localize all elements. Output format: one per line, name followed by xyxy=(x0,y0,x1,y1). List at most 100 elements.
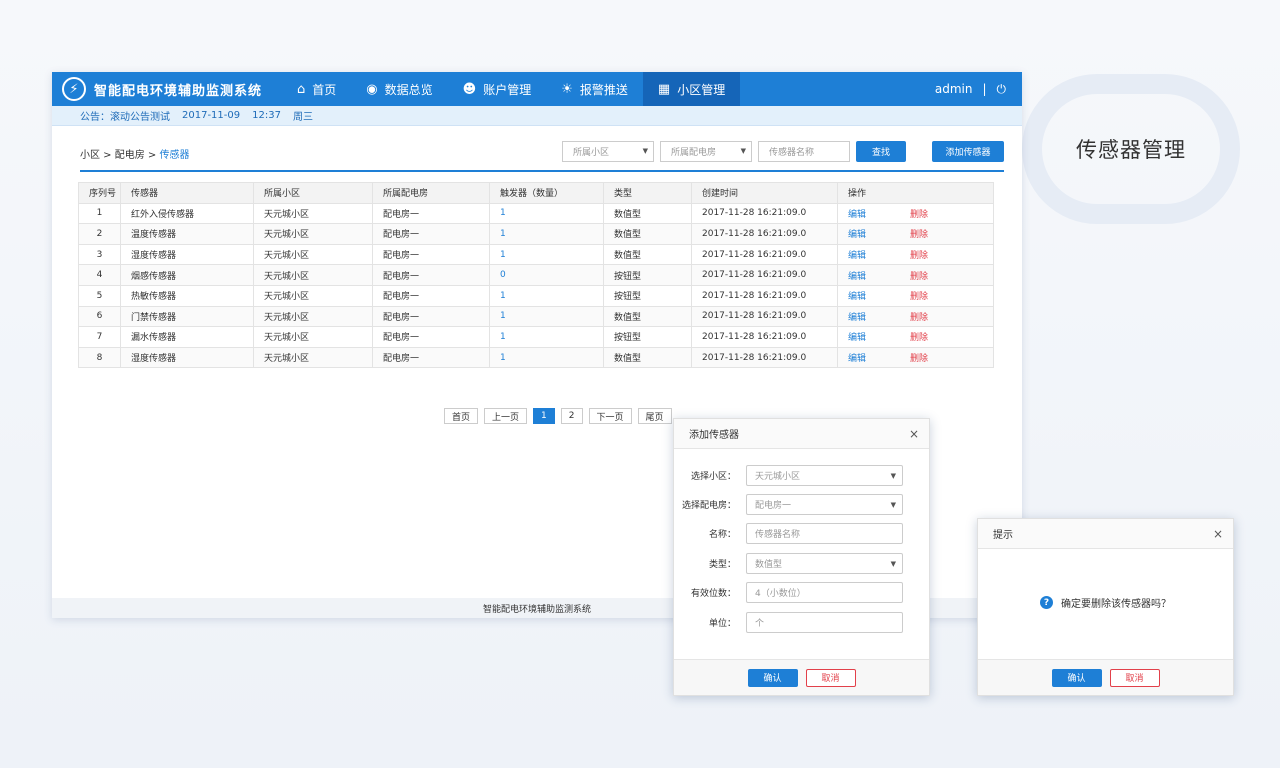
last-page-button[interactable]: 尾页 xyxy=(637,408,672,424)
nav-label: 数据总览 xyxy=(384,82,433,97)
sensor-name: 温度传感器 xyxy=(120,223,254,245)
sensor-table: 序列号 传感器 所属小区 所属配电房 触发器（数量） 类型 创建时间 操作 1 红… xyxy=(78,182,994,369)
delete-link[interactable]: 删除 xyxy=(910,251,928,261)
edit-link[interactable]: 编辑 xyxy=(848,210,866,220)
trigger-count[interactable]: 1 xyxy=(489,326,604,348)
page-2-button[interactable]: 2 xyxy=(560,408,583,424)
table-header: 序列号 传感器 所属小区 所属配电房 触发器（数量） 类型 创建时间 操作 xyxy=(78,182,994,204)
sensor-name: 门禁传感器 xyxy=(120,305,254,328)
row-actions: 编辑 删除 xyxy=(837,326,994,348)
side-label: 传感器管理 xyxy=(1076,138,1186,162)
trigger-count[interactable]: 1 xyxy=(489,284,604,307)
sensor-name: 红外入侵传感器 xyxy=(120,202,254,225)
dialog-title: 提示 xyxy=(993,530,1013,541)
delete-link[interactable]: 删除 xyxy=(910,272,928,282)
dialog-footer: 确认 取消 xyxy=(674,659,929,695)
nav-label: 首页 xyxy=(312,82,337,97)
edit-link[interactable]: 编辑 xyxy=(848,292,866,302)
prev-page-button[interactable]: 上一页 xyxy=(484,408,528,424)
trigger-count[interactable]: 1 xyxy=(489,223,604,245)
row-actions: 编辑 删除 xyxy=(837,284,994,307)
community-select[interactable]: 天元城小区 ▼ xyxy=(746,465,903,486)
row-number: 3 xyxy=(78,243,121,266)
form-label: 类型： xyxy=(708,560,736,570)
edit-link[interactable]: 编辑 xyxy=(848,333,866,343)
close-icon[interactable]: × xyxy=(909,427,919,441)
trigger-count[interactable]: 1 xyxy=(489,346,604,369)
sensor-type: 数值型 xyxy=(603,223,692,245)
nav-item-home[interactable]: ⌂ 首页 xyxy=(282,72,351,106)
room-name: 配电房一 xyxy=(372,264,490,286)
nav-item-alarms[interactable]: ☀ 报警推送 xyxy=(546,72,643,106)
nav-label: 小区管理 xyxy=(677,82,726,97)
precision-input[interactable]: 4（小数位） xyxy=(746,582,903,603)
power-icon[interactable]: ⏻ xyxy=(997,82,1007,97)
delete-link[interactable]: 删除 xyxy=(910,354,928,364)
caret-down-icon: ▼ xyxy=(890,471,896,480)
room-select[interactable]: 所属配电房 ▼ xyxy=(660,140,752,162)
edit-link[interactable]: 编辑 xyxy=(848,230,866,240)
created-time: 2017-11-28 16:21:09.0 xyxy=(691,223,838,245)
unit-input[interactable]: 个 xyxy=(746,612,903,633)
confirm-button[interactable]: 确认 xyxy=(1051,668,1102,687)
trigger-count[interactable]: 0 xyxy=(489,264,604,286)
name-input[interactable]: 传感器名称 xyxy=(746,523,903,544)
form-row-name: 名称： 传感器名称 xyxy=(674,523,903,544)
col-header: 创建时间 xyxy=(691,182,838,204)
delete-link[interactable]: 删除 xyxy=(910,292,928,302)
nav-item-community[interactable]: ▦ 小区管理 xyxy=(642,72,741,106)
sensor-type: 按钮型 xyxy=(603,264,692,286)
dialog-header: 添加传感器 × xyxy=(674,419,929,449)
created-time: 2017-11-28 16:21:09.0 xyxy=(691,264,838,286)
trigger-count[interactable]: 1 xyxy=(489,202,604,225)
edit-link[interactable]: 编辑 xyxy=(848,313,866,323)
cancel-button[interactable]: 取消 xyxy=(805,668,856,687)
confirm-button[interactable]: 确认 xyxy=(747,668,798,687)
notice-message: 滚动公告测试 xyxy=(110,112,170,123)
type-select[interactable]: 数值型 ▼ xyxy=(746,553,903,574)
cancel-button[interactable]: 取消 xyxy=(1109,668,1160,687)
close-icon[interactable]: × xyxy=(1213,527,1223,541)
form-row-precision: 有效位数： 4（小数位） xyxy=(674,582,903,603)
first-page-button[interactable]: 首页 xyxy=(444,408,479,424)
user-icon: ☻ xyxy=(462,81,477,97)
table-row: 1 红外入侵传感器 天元城小区 配电房一 1 数值型 2017-11-28 16:21:09… xyxy=(78,202,994,225)
edit-link[interactable]: 编辑 xyxy=(848,272,866,282)
col-header: 触发器（数量） xyxy=(489,182,604,204)
room-select[interactable]: 配电房一 ▼ xyxy=(746,494,903,515)
table-row: 5 热敏传感器 天元城小区 配电房一 1 按钮型 2017-11-28 16:21:09.0… xyxy=(78,284,994,307)
nav-item-dashboard[interactable]: ◉ 数据总览 xyxy=(351,72,447,106)
edit-link[interactable]: 编辑 xyxy=(848,251,866,261)
delete-link[interactable]: 删除 xyxy=(910,333,928,343)
notice-date: 2017-11-09 xyxy=(182,110,241,121)
lightning-icon: ⚡ xyxy=(62,77,86,101)
username[interactable]: admin xyxy=(935,82,973,96)
sensor-type: 数值型 xyxy=(603,202,692,225)
delete-link[interactable]: 删除 xyxy=(910,210,928,220)
nav-item-accounts[interactable]: ☻ 账户管理 xyxy=(448,72,547,106)
form-row-room: 选择配电房： 配电房一 ▼ xyxy=(674,494,903,515)
page-1-button[interactable]: 1 xyxy=(533,408,555,424)
room-name: 配电房一 xyxy=(372,223,490,245)
delete-link[interactable]: 删除 xyxy=(910,313,928,323)
community-select[interactable]: 所属小区 ▼ xyxy=(562,140,654,162)
add-sensor-button[interactable]: 添加传感器 xyxy=(932,140,1004,162)
trigger-count[interactable]: 1 xyxy=(489,305,604,328)
app-title: 智能配电环境辅助监测系统 xyxy=(94,83,263,99)
grid-icon: ▦ xyxy=(657,81,671,97)
form-label: 选择配电房： xyxy=(681,501,736,511)
row-actions: 编辑 删除 xyxy=(837,202,994,225)
trigger-count[interactable]: 1 xyxy=(489,243,604,266)
sensor-type: 按钮型 xyxy=(603,284,692,307)
delete-link[interactable]: 删除 xyxy=(910,230,928,240)
sensor-name: 烟感传感器 xyxy=(120,264,254,286)
community-name: 天元城小区 xyxy=(253,305,373,328)
next-page-button[interactable]: 下一页 xyxy=(588,408,632,424)
crumb-community[interactable]: 小区 xyxy=(80,150,100,161)
sensor-name-input[interactable]: 传感器名称 xyxy=(758,140,850,162)
community-name: 天元城小区 xyxy=(253,284,373,307)
search-button[interactable]: 查找 xyxy=(856,140,906,162)
crumb-room[interactable]: 配电房 xyxy=(115,150,145,161)
edit-link[interactable]: 编辑 xyxy=(848,354,866,364)
form-label: 有效位数： xyxy=(690,589,736,599)
